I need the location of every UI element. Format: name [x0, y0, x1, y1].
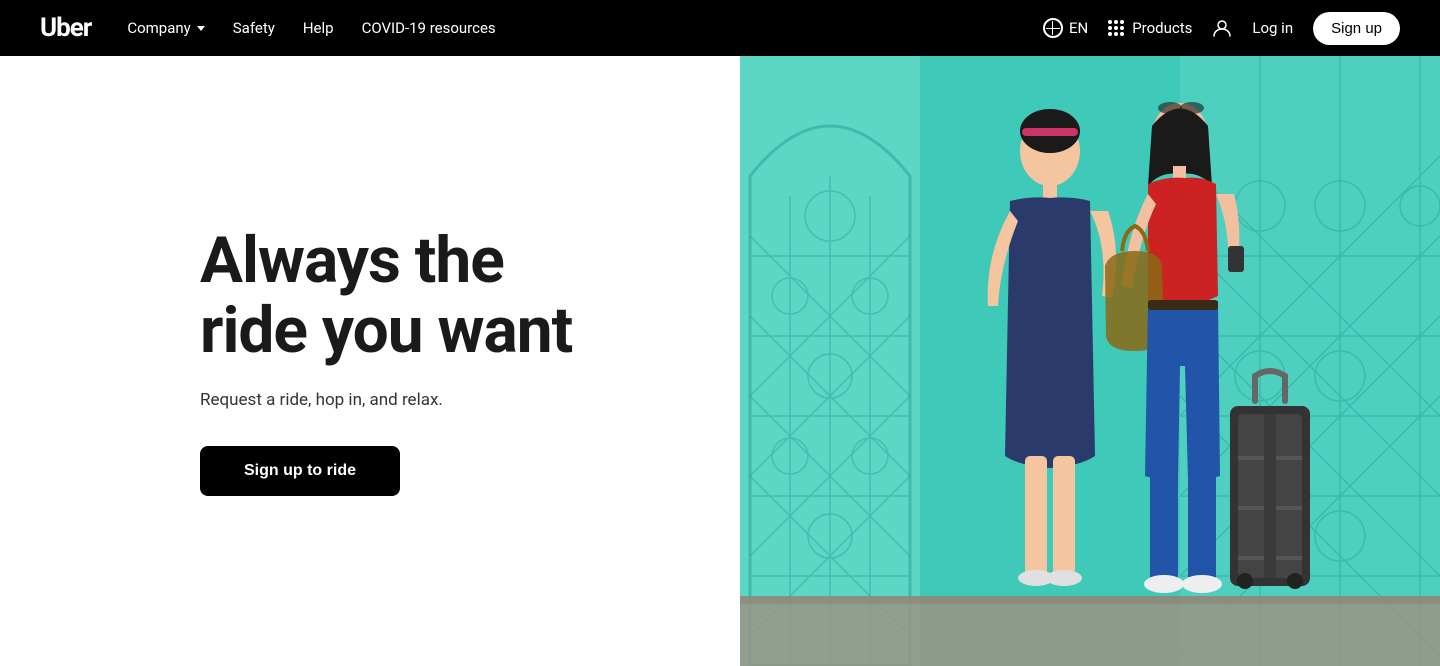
main-content: Always the ride you want Request a ride,… — [0, 56, 1440, 666]
gate-pattern — [740, 56, 1440, 666]
user-icon — [1212, 18, 1232, 38]
hero-background — [740, 56, 1440, 666]
nav-covid-link[interactable]: COVID-19 resources — [362, 19, 496, 37]
nav-left: Company Safety Help COVID-19 resources — [127, 19, 1043, 37]
navbar: Uber Company Safety Help COVID-19 resour… — [0, 0, 1440, 56]
nav-company-link[interactable]: Company — [127, 19, 204, 37]
nav-safety-link[interactable]: Safety — [233, 19, 275, 37]
nav-help-link[interactable]: Help — [303, 19, 334, 37]
chevron-down-icon — [197, 26, 205, 31]
hero-image-panel — [740, 56, 1440, 666]
logo[interactable]: Uber — [40, 13, 91, 43]
products-menu[interactable]: Products — [1108, 19, 1192, 37]
hero-subtitle: Request a ride, hop in, and relax. — [200, 390, 740, 410]
login-link[interactable]: Log in — [1252, 19, 1293, 37]
globe-icon — [1043, 18, 1063, 38]
hero-title: Always the ride you want — [200, 226, 600, 367]
nav-right: EN Products Log in Sign up — [1043, 12, 1400, 45]
hero-left-panel: Always the ride you want Request a ride,… — [0, 56, 740, 666]
language-selector[interactable]: EN — [1043, 18, 1088, 38]
signup-button[interactable]: Sign up — [1313, 12, 1400, 45]
grid-icon — [1108, 20, 1124, 36]
sign-up-to-ride-button[interactable]: Sign up to ride — [200, 446, 400, 496]
